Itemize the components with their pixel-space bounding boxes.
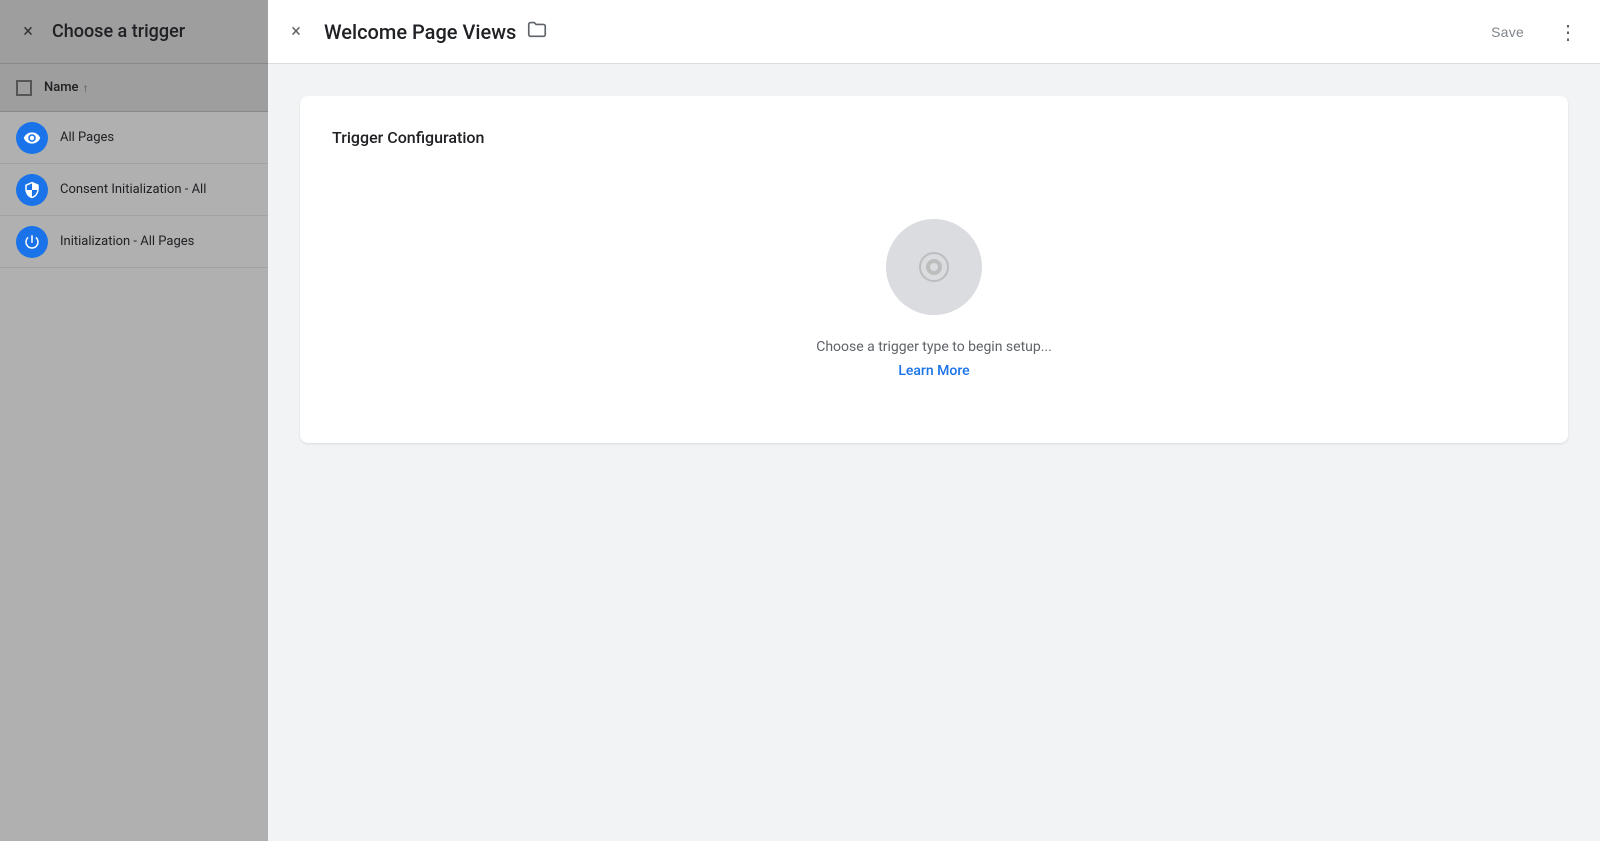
sort-arrow-icon: ↑ bbox=[83, 81, 89, 95]
learn-more-link[interactable]: Learn More bbox=[898, 363, 969, 379]
trigger-placeholder-icon bbox=[886, 219, 982, 315]
list-header: Name ↑ bbox=[0, 64, 268, 112]
trigger-config-title: Trigger Configuration bbox=[332, 128, 484, 147]
trigger-config-card: Trigger Configuration Choose a trigger t… bbox=[300, 96, 1568, 443]
power-icon bbox=[23, 233, 41, 251]
consent-init-icon bbox=[16, 174, 48, 206]
list-item[interactable]: Initialization - All Pages bbox=[0, 216, 268, 268]
initialization-icon bbox=[16, 226, 48, 258]
left-panel-title: Choose a trigger bbox=[52, 21, 185, 42]
name-column-header[interactable]: Name ↑ bbox=[44, 80, 89, 95]
shield-icon bbox=[23, 181, 41, 199]
right-panel-title: Welcome Page Views bbox=[324, 18, 1471, 45]
eye-icon bbox=[23, 129, 41, 147]
list-item[interactable]: Consent Initialization - All bbox=[0, 164, 268, 216]
left-panel-close-button[interactable]: × bbox=[16, 20, 40, 44]
trigger-circle-svg bbox=[910, 243, 958, 291]
all-pages-icon bbox=[16, 122, 48, 154]
right-content-area: Trigger Configuration Choose a trigger t… bbox=[268, 64, 1600, 841]
select-all-checkbox[interactable] bbox=[16, 80, 32, 96]
right-panel: × Welcome Page Views Save ⋮ Trigger Conf… bbox=[268, 0, 1600, 841]
right-panel-close-button[interactable]: × bbox=[284, 20, 308, 44]
save-button[interactable]: Save bbox=[1471, 16, 1544, 48]
header-actions: Save ⋮ bbox=[1471, 16, 1584, 48]
left-panel-header: × Choose a trigger bbox=[0, 0, 268, 64]
more-options-button[interactable]: ⋮ bbox=[1552, 16, 1584, 48]
left-panel: × Choose a trigger Name ↑ All Pages bbox=[0, 0, 268, 841]
trigger-list: All Pages Consent Initialization - All I… bbox=[0, 112, 268, 841]
right-panel-header: × Welcome Page Views Save ⋮ bbox=[268, 0, 1600, 64]
folder-icon[interactable] bbox=[526, 18, 548, 45]
all-pages-label: All Pages bbox=[60, 130, 114, 145]
consent-init-label: Consent Initialization - All bbox=[60, 182, 206, 197]
list-item[interactable]: All Pages bbox=[0, 112, 268, 164]
trigger-config-body: Choose a trigger type to begin setup... … bbox=[332, 195, 1536, 411]
initialization-label: Initialization - All Pages bbox=[60, 234, 194, 249]
trigger-placeholder-text: Choose a trigger type to begin setup... bbox=[816, 339, 1052, 355]
